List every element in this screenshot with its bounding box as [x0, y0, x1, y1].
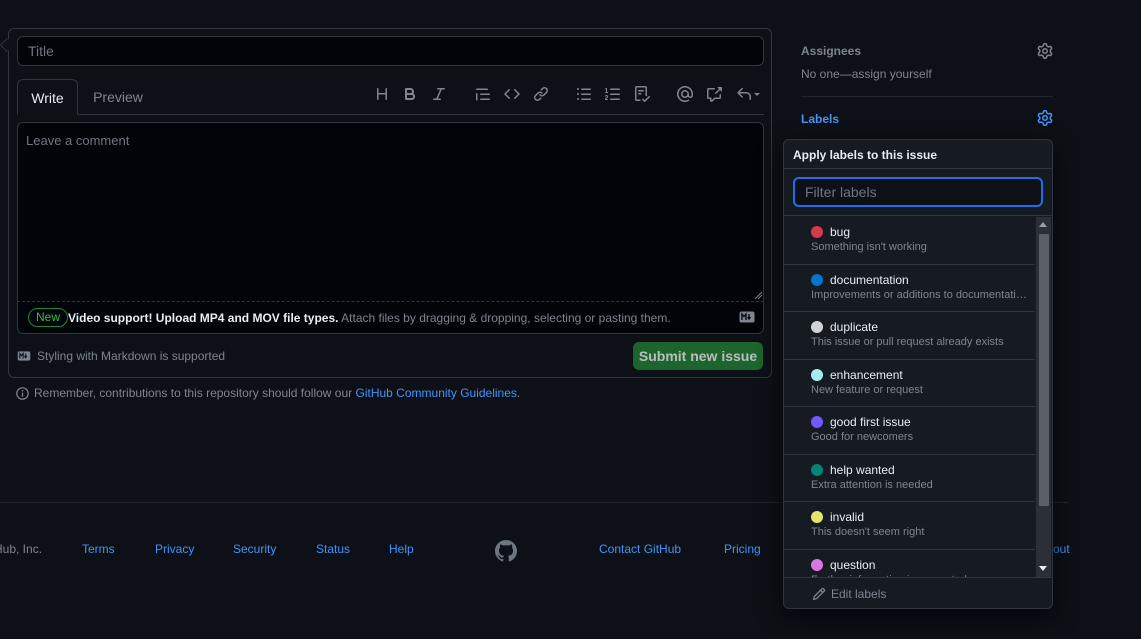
link-icon[interactable]: [531, 84, 551, 104]
notice-prefix: Remember, contributions to this reposito…: [34, 386, 356, 400]
pencil-icon: [812, 587, 826, 601]
label-name: duplicate: [830, 320, 879, 334]
assignees-value[interactable]: No one—assign yourself: [801, 67, 932, 81]
scroll-down-arrow[interactable]: [1039, 566, 1047, 571]
label-name: good first issue: [830, 415, 911, 429]
footer-link-status[interactable]: Status: [316, 542, 350, 556]
title-input[interactable]: [17, 36, 764, 66]
edit-labels-button[interactable]: Edit labels: [784, 577, 1052, 608]
notice-text: Remember, contributions to this reposito…: [34, 386, 520, 400]
saved-replies-icon[interactable]: [734, 84, 762, 104]
labels-heading[interactable]: Labels: [801, 112, 839, 126]
new-badge: New: [28, 308, 69, 327]
label-option[interactable]: bug Something isn't working: [784, 217, 1035, 265]
footer-link-terms[interactable]: Terms: [82, 542, 115, 556]
tab-preview[interactable]: Preview: [86, 79, 150, 115]
label-option[interactable]: invalid This doesn't seem right: [784, 502, 1035, 550]
label-description: Improvements or additions to documentati…: [811, 288, 1027, 301]
label-name: bug: [830, 225, 851, 239]
assignees-gear-icon[interactable]: [1037, 43, 1053, 59]
info-icon: [16, 386, 29, 400]
label-description: New feature or request: [811, 383, 923, 396]
label-option[interactable]: duplicate This issue or pull request alre…: [784, 312, 1035, 360]
label-color-dot: [811, 511, 823, 523]
contribution-notice: Remember, contributions to this reposito…: [16, 386, 520, 400]
label-option[interactable]: documentation Improvements or additions t…: [784, 265, 1035, 312]
bulleted-list-icon[interactable]: [574, 84, 594, 104]
label-description: Extra attention is needed: [811, 478, 933, 491]
popover-title: Apply labels to this issue: [784, 140, 1052, 169]
file-upload-bar[interactable]: New Video support! Upload MP4 and MOV fi…: [17, 301, 764, 334]
label-description: Something isn't working: [811, 241, 927, 253]
footer-link-help[interactable]: Help: [389, 542, 414, 556]
markdown-icon: [739, 311, 755, 323]
mention-icon[interactable]: [675, 84, 695, 104]
label-color-dot: [811, 463, 823, 476]
label-list-scrollbar[interactable]: [1036, 217, 1051, 577]
upload-hint-bold: Video support! Upload MP4 and MOV file t…: [68, 311, 339, 325]
label-option[interactable]: good first issue Good for newcomers: [784, 407, 1035, 455]
label-option[interactable]: enhancement New feature or request: [784, 360, 1035, 407]
footer-link-contact[interactable]: Contact GitHub: [599, 542, 681, 556]
scroll-up-arrow[interactable]: [1039, 222, 1047, 227]
label-color-dot: [811, 416, 823, 428]
label-name: question: [830, 557, 876, 572]
italic-icon[interactable]: [429, 84, 449, 104]
footer-link-pricing[interactable]: Pricing: [724, 542, 761, 556]
edit-labels-label: Edit labels: [831, 587, 887, 601]
labels-popover: Apply labels to this issue bug Something …: [783, 139, 1053, 609]
label-list[interactable]: bug Something isn't working documentation I…: [784, 217, 1035, 577]
cross-reference-icon[interactable]: [704, 84, 724, 104]
numbered-list-icon[interactable]: [603, 84, 623, 104]
assignees-heading[interactable]: Assignees: [801, 44, 861, 58]
notice-suffix: .: [516, 386, 521, 400]
footer-copyright: Hub, Inc.: [0, 542, 43, 556]
label-name: enhancement: [830, 367, 903, 382]
label-option[interactable]: questionFurther information is requested: [784, 550, 1035, 577]
tab-write[interactable]: Write: [17, 79, 78, 115]
labels-gear-icon[interactable]: [1037, 110, 1053, 126]
sidebar-divider: [801, 96, 1053, 97]
filter-labels-input[interactable]: [793, 177, 1043, 207]
label-description: This doesn't seem right: [811, 526, 925, 538]
label-description: Good for newcomers: [811, 431, 914, 443]
submit-issue-button[interactable]: Submit new issue: [633, 342, 763, 370]
filter-section: [784, 169, 1052, 216]
resize-grip-icon[interactable]: [753, 290, 763, 300]
label-color-dot: [811, 273, 823, 286]
code-icon[interactable]: [502, 84, 522, 104]
upload-hint-rest: Attach files by dragging & dropping, sel…: [338, 311, 671, 325]
label-option[interactable]: help wanted Extra attention is needed: [784, 455, 1035, 502]
label-name: invalid: [830, 510, 865, 524]
markdown-note-icon: [17, 351, 31, 361]
footer-link-privacy[interactable]: Privacy: [155, 542, 194, 556]
task-list-icon[interactable]: [632, 84, 652, 104]
bold-icon[interactable]: [400, 84, 420, 104]
quote-icon[interactable]: [473, 84, 493, 104]
markdown-note-label: Styling with Markdown is supported: [37, 349, 226, 363]
label-color-dot: [811, 558, 823, 571]
scroll-thumb[interactable]: [1039, 234, 1049, 506]
label-description: This issue or pull request already exist…: [811, 336, 1004, 348]
label-name: documentation: [830, 272, 909, 287]
footer-link-security[interactable]: Security: [233, 542, 276, 556]
label-name: help wanted: [830, 462, 895, 477]
heading-icon[interactable]: [372, 84, 392, 104]
label-color-dot: [811, 368, 823, 381]
markdown-note[interactable]: Styling with Markdown is supported: [17, 349, 225, 363]
community-guidelines-link[interactable]: GitHub Community Guidelines: [356, 386, 517, 400]
label-color-dot: [811, 226, 823, 238]
upload-hint: Video support! Upload MP4 and MOV file t…: [68, 311, 671, 325]
comment-textarea[interactable]: [17, 122, 764, 302]
github-logo-icon[interactable]: [495, 540, 517, 562]
footer-link-about[interactable]: out: [1053, 542, 1070, 556]
label-color-dot: [811, 321, 823, 333]
